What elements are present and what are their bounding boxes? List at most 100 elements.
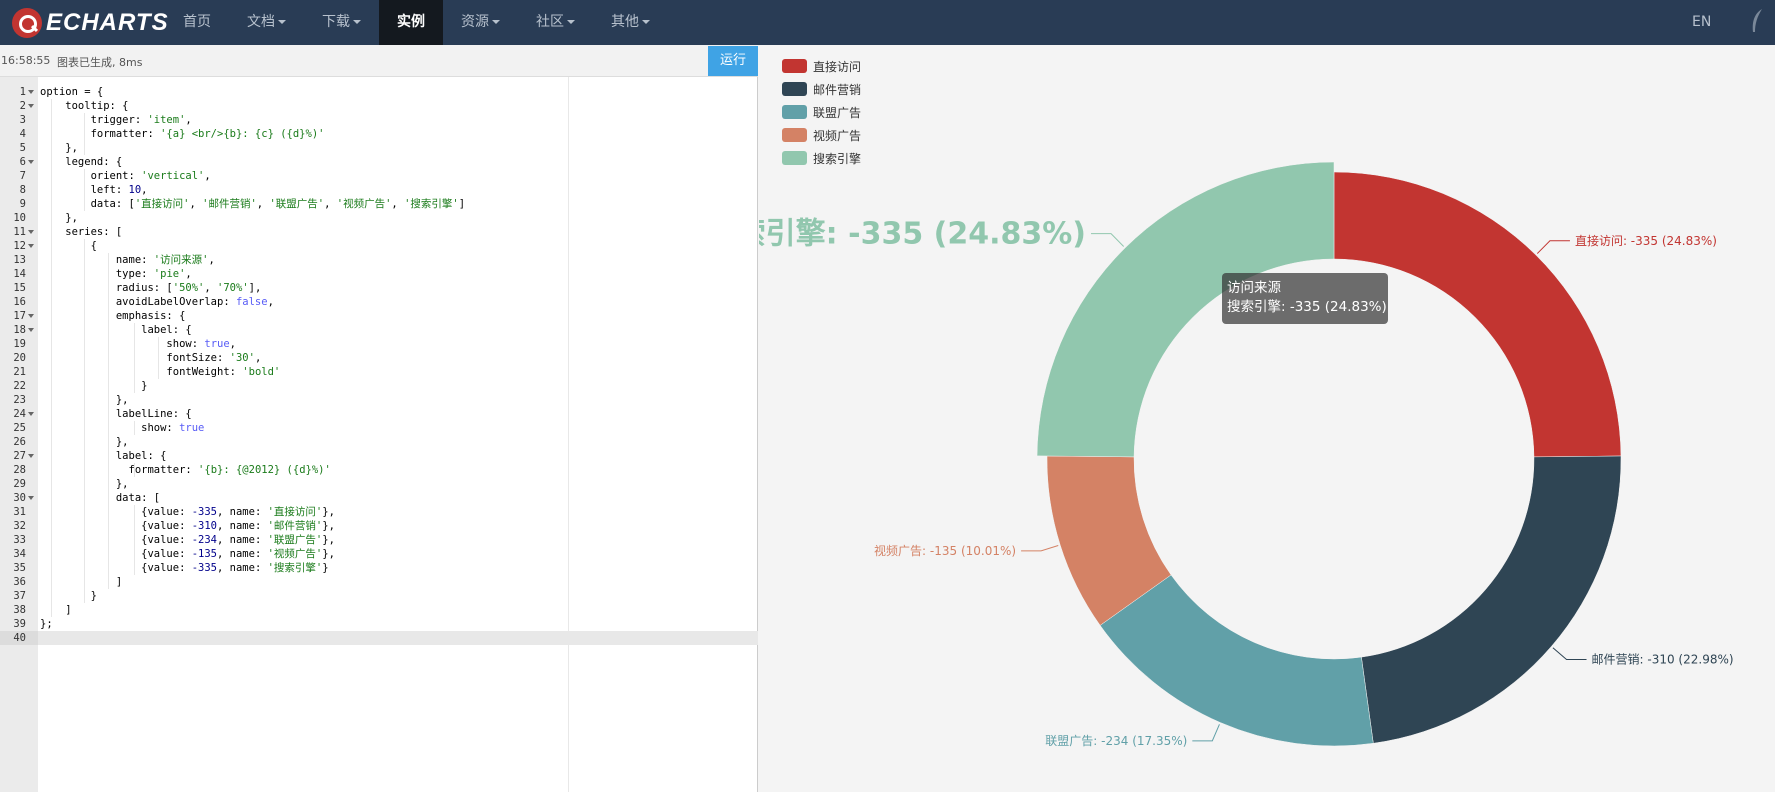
code-line: formatter: '{a} <br/>{b}: {c} ({d}%)': [40, 128, 325, 140]
code-line: }: [40, 590, 97, 602]
nav-menu: 首页 文档 下载 实例 资源 社区 其他: [165, 0, 668, 45]
code-editor-panel: 16:58:55 图表已生成, 8ms 运行 1 2 3 4 5 6 7 8 9 10 11 12 13…: [0, 45, 758, 792]
caret-down-icon: [353, 20, 361, 24]
slice-label: 联盟广告: -234 (17.35%): [1045, 734, 1187, 748]
line-number: 3: [19, 114, 26, 126]
code-line: data: ['直接访问', '邮件营销', '联盟广告', '视频广告', '…: [40, 198, 466, 210]
code-line: {value: -335, name: '搜索引擎'}: [40, 562, 329, 574]
fold-toggle-icon[interactable]: [28, 496, 34, 500]
code-line: ]: [40, 576, 123, 588]
code-line: labelLine: {: [40, 408, 192, 420]
top-navbar: ECHARTS 首页 文档 下载 实例 资源 社区 其他 EN: [0, 0, 1775, 45]
slice-label: 搜索引擎: -335 (24.83%): [759, 217, 1086, 252]
line-number: 4: [19, 128, 26, 140]
line-number: 35: [13, 562, 26, 574]
nav-item-label: 实例: [397, 14, 425, 30]
nav-item-label: 其他: [611, 14, 639, 30]
brand-name: ECHARTS: [46, 8, 169, 36]
code-line: },: [40, 478, 129, 490]
code-line: show: true: [40, 422, 205, 434]
line-number: 16: [13, 296, 26, 308]
fold-toggle-icon[interactable]: [28, 244, 34, 248]
donut-chart[interactable]: 直接访问: -335 (24.83%) 邮件营销: -310 (22.98%) 联盟…: [759, 45, 1775, 792]
line-number: 23: [13, 394, 26, 406]
nav-item-label: 首页: [183, 14, 211, 30]
line-number: 19: [13, 338, 26, 350]
code-line: name: '访问来源',: [40, 254, 215, 266]
status-message: 图表已生成, 8ms: [57, 56, 143, 69]
donut-slice-2[interactable]: [1099, 574, 1374, 747]
line-number: 8: [19, 184, 26, 196]
fold-toggle-icon[interactable]: [28, 314, 34, 318]
line-number: 18: [13, 324, 26, 336]
echarts-logo[interactable]: ECHARTS: [12, 4, 169, 41]
line-number: 24: [13, 408, 26, 420]
fold-toggle-icon[interactable]: [28, 90, 34, 94]
code-text-area[interactable]: option = { tooltip: { trigger: 'item', f…: [38, 77, 758, 792]
slice-label: 邮件营销: -310 (22.98%): [1592, 652, 1734, 666]
fold-toggle-icon[interactable]: [28, 160, 34, 164]
line-number: 32: [13, 520, 26, 532]
line-number: 12: [13, 240, 26, 252]
print-margin-line: [568, 77, 569, 792]
nav-item-label: 文档: [247, 14, 275, 30]
fold-toggle-icon[interactable]: [28, 454, 34, 458]
fold-toggle-icon[interactable]: [28, 230, 34, 234]
code-line: show: true,: [40, 338, 236, 350]
nav-item-4[interactable]: 资源: [443, 0, 518, 45]
line-number: 13: [13, 254, 26, 266]
nav-item-1[interactable]: 文档: [229, 0, 304, 45]
code-line: legend: {: [40, 156, 123, 168]
fold-toggle-icon[interactable]: [28, 328, 34, 332]
label-line: [1536, 240, 1570, 254]
line-number: 34: [13, 548, 26, 560]
code-line: };: [40, 618, 53, 630]
line-number: 22: [13, 380, 26, 392]
code-line: label: {: [40, 324, 192, 336]
code-line: label: {: [40, 450, 167, 462]
line-number: 38: [13, 604, 26, 616]
language-switch[interactable]: EN: [1692, 0, 1711, 45]
nav-item-0[interactable]: 首页: [165, 0, 229, 45]
code-line: left: 10,: [40, 184, 148, 196]
run-button[interactable]: 运行: [708, 46, 758, 76]
line-number: 7: [19, 170, 26, 182]
code-line: trigger: 'item',: [40, 114, 192, 126]
code-line: data: [: [40, 492, 161, 504]
label-line: [1091, 233, 1125, 247]
nav-item-label: 资源: [461, 14, 489, 30]
nav-item-5[interactable]: 社区: [518, 0, 593, 45]
echarts-logo-icon: [12, 7, 42, 38]
tooltip-body: 搜索引擎: -335 (24.83%): [1227, 299, 1387, 315]
code-line: {value: -335, name: '直接访问'},: [40, 506, 335, 518]
line-number: 6: [19, 156, 26, 168]
caret-down-icon: [278, 20, 286, 24]
nav-item-6[interactable]: 其他: [593, 0, 668, 45]
donut-slice-1[interactable]: [1361, 455, 1622, 744]
line-number: 40: [13, 632, 26, 644]
nav-item-3[interactable]: 实例: [379, 0, 443, 45]
line-number: 39: [13, 618, 26, 630]
line-number: 15: [13, 282, 26, 294]
code-line: tooltip: {: [40, 100, 129, 112]
feather-icon[interactable]: [1750, 8, 1764, 36]
code-line: {value: -135, name: '视频广告'},: [40, 548, 335, 560]
code-line: avoidLabelOverlap: false,: [40, 296, 274, 308]
fold-toggle-icon[interactable]: [28, 104, 34, 108]
code-line: orient: 'vertical',: [40, 170, 211, 182]
code-line: }: [40, 380, 148, 392]
code-line: {value: -310, name: '邮件营销'},: [40, 520, 335, 532]
line-number: 29: [13, 478, 26, 490]
code-line: series: [: [40, 226, 123, 238]
line-number: 9: [19, 198, 26, 210]
slice-label: 视频广告: -135 (10.01%): [874, 543, 1016, 558]
line-number: 27: [13, 450, 26, 462]
code-line: option = {: [40, 86, 104, 98]
code-line: type: 'pie',: [40, 268, 192, 280]
caret-down-icon: [492, 20, 500, 24]
line-number: 11: [13, 226, 26, 238]
fold-toggle-icon[interactable]: [28, 412, 34, 416]
nav-item-2[interactable]: 下载: [304, 0, 379, 45]
code-line: },: [40, 142, 78, 154]
code-line: emphasis: {: [40, 310, 186, 322]
